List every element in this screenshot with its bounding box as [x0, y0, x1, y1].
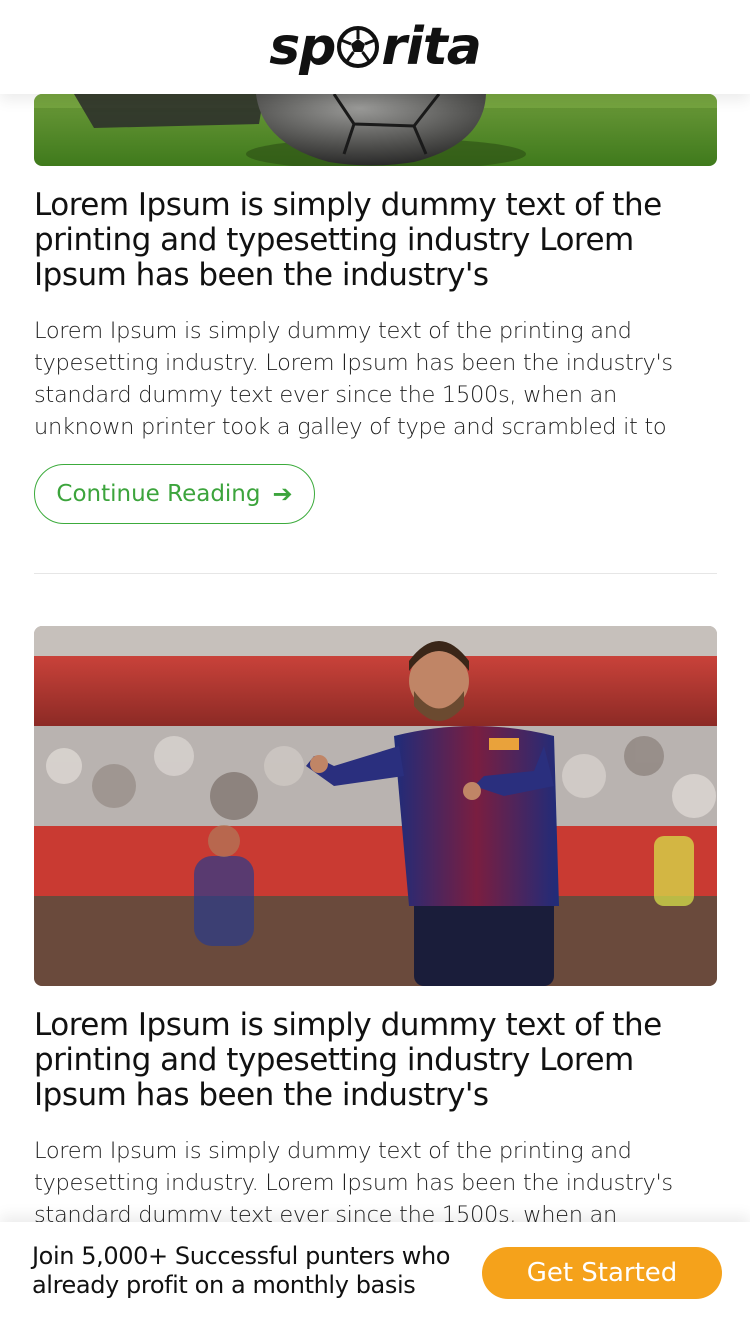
article-divider	[34, 573, 717, 574]
arrow-right-icon: ➔	[272, 480, 293, 508]
signup-cta-bar: Join 5,000+ Successful punters who alrea…	[0, 1222, 750, 1324]
get-started-button[interactable]: Get Started	[482, 1247, 722, 1299]
logo-text-left: sp	[269, 17, 336, 77]
cta-message: Join 5,000+ Successful punters who alrea…	[32, 1242, 451, 1299]
logo-text-right: rita	[381, 17, 481, 77]
article-1-title[interactable]: Lorem Ipsum is simply dummy text of the …	[34, 188, 717, 293]
continue-reading-button[interactable]: Continue Reading ➔	[34, 464, 315, 524]
app-header: sp rita	[0, 0, 750, 94]
article-2-title[interactable]: Lorem Ipsum is simply dummy text of the …	[34, 1008, 717, 1113]
sporita-logo[interactable]: sp rita	[269, 17, 482, 77]
soccer-ball-icon	[336, 25, 380, 69]
article-1-excerpt: Lorem Ipsum is simply dummy text of the …	[34, 318, 673, 440]
article-2-excerpt: Lorem Ipsum is simply dummy text of the …	[34, 1138, 673, 1228]
article-1-image[interactable]	[34, 94, 717, 166]
article-2-image[interactable]	[34, 626, 717, 986]
continue-reading-label: Continue Reading	[56, 481, 261, 507]
